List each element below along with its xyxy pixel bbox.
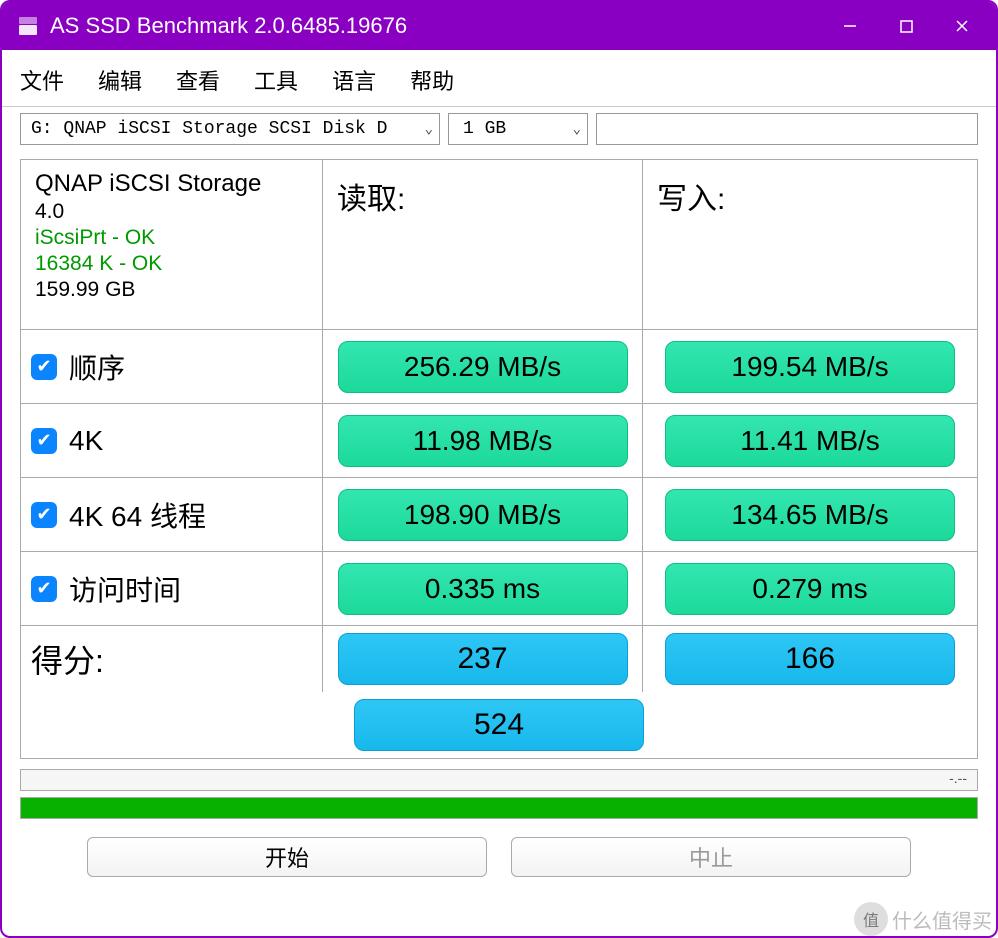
menu-file[interactable]: 文件 xyxy=(20,64,64,96)
4k64-read-value: 198.90 MB/s xyxy=(338,489,628,541)
toolbar: G: QNAP iSCSI Storage SCSI Disk D ⌄ 1 GB… xyxy=(2,107,996,151)
access-write-value: 0.279 ms xyxy=(665,563,955,615)
chevron-down-icon: ⌄ xyxy=(565,121,581,138)
alignment-status: 16384 K - OK xyxy=(35,252,162,276)
write-column-header: 写入: xyxy=(653,166,967,218)
access-label: 访问时间 xyxy=(69,569,181,609)
maximize-button[interactable] xyxy=(878,2,934,50)
titlebar: AS SSD Benchmark 2.0.6485.19676 xyxy=(2,2,996,50)
score-read-value: 237 xyxy=(338,633,628,685)
4k-label: 4K xyxy=(69,425,103,457)
4k-read-value: 11.98 MB/s xyxy=(338,415,628,467)
4k-write-value: 11.41 MB/s xyxy=(665,415,955,467)
progress-value-1: -.-- xyxy=(949,770,967,786)
menu-language[interactable]: 语言 xyxy=(332,64,376,96)
start-button-label: 开始 xyxy=(265,841,309,873)
4k64-label: 4K 64 线程 xyxy=(69,495,206,535)
stop-button[interactable]: 中止 xyxy=(511,837,911,877)
4k-checkbox[interactable]: ✔ xyxy=(31,428,57,454)
menu-help[interactable]: 帮助 xyxy=(410,64,454,96)
seq-label: 顺序 xyxy=(69,347,125,387)
read-column-header: 读取: xyxy=(333,166,632,218)
device-info-cell: QNAP iSCSI Storage 4.0 iScsiPrt - OK 163… xyxy=(21,160,323,329)
4k64-write-value: 134.65 MB/s xyxy=(665,489,955,541)
progress-bar-2 xyxy=(20,797,978,819)
menubar: 文件 编辑 查看 工具 语言 帮助 xyxy=(2,50,996,107)
close-button[interactable] xyxy=(934,2,990,50)
window-title: AS SSD Benchmark 2.0.6485.19676 xyxy=(50,13,822,39)
4k64-checkbox[interactable]: ✔ xyxy=(31,502,57,528)
seq-write-value: 199.54 MB/s xyxy=(665,341,955,393)
menu-tools[interactable]: 工具 xyxy=(254,64,298,96)
device-version: 4.0 xyxy=(35,200,64,224)
chevron-down-icon: ⌄ xyxy=(417,121,433,138)
access-read-value: 0.335 ms xyxy=(338,563,628,615)
device-name: QNAP iSCSI Storage xyxy=(35,170,261,198)
device-capacity: 159.99 GB xyxy=(35,278,135,302)
minimize-button[interactable] xyxy=(822,2,878,50)
score-label: 得分: xyxy=(31,636,104,682)
search-input[interactable] xyxy=(596,113,978,145)
menu-edit[interactable]: 编辑 xyxy=(98,64,142,96)
start-button[interactable]: 开始 xyxy=(87,837,487,877)
seq-read-value: 256.29 MB/s xyxy=(338,341,628,393)
score-total-value: 524 xyxy=(354,699,644,751)
results-table: QNAP iSCSI Storage 4.0 iScsiPrt - OK 163… xyxy=(20,159,978,759)
size-dropdown[interactable]: 1 GB ⌄ xyxy=(448,113,588,145)
stop-button-label: 中止 xyxy=(689,841,733,873)
progress-bar-1: -.-- xyxy=(20,769,978,791)
app-icon xyxy=(16,14,40,38)
size-dropdown-value: 1 GB xyxy=(463,119,506,139)
score-write-value: 166 xyxy=(665,633,955,685)
access-checkbox[interactable]: ✔ xyxy=(31,576,57,602)
menu-view[interactable]: 查看 xyxy=(176,64,220,96)
disk-dropdown[interactable]: G: QNAP iSCSI Storage SCSI Disk D ⌄ xyxy=(20,113,440,145)
disk-dropdown-value: G: QNAP iSCSI Storage SCSI Disk D xyxy=(31,119,387,139)
seq-checkbox[interactable]: ✔ xyxy=(31,354,57,380)
driver-status: iScsiPrt - OK xyxy=(35,226,155,250)
